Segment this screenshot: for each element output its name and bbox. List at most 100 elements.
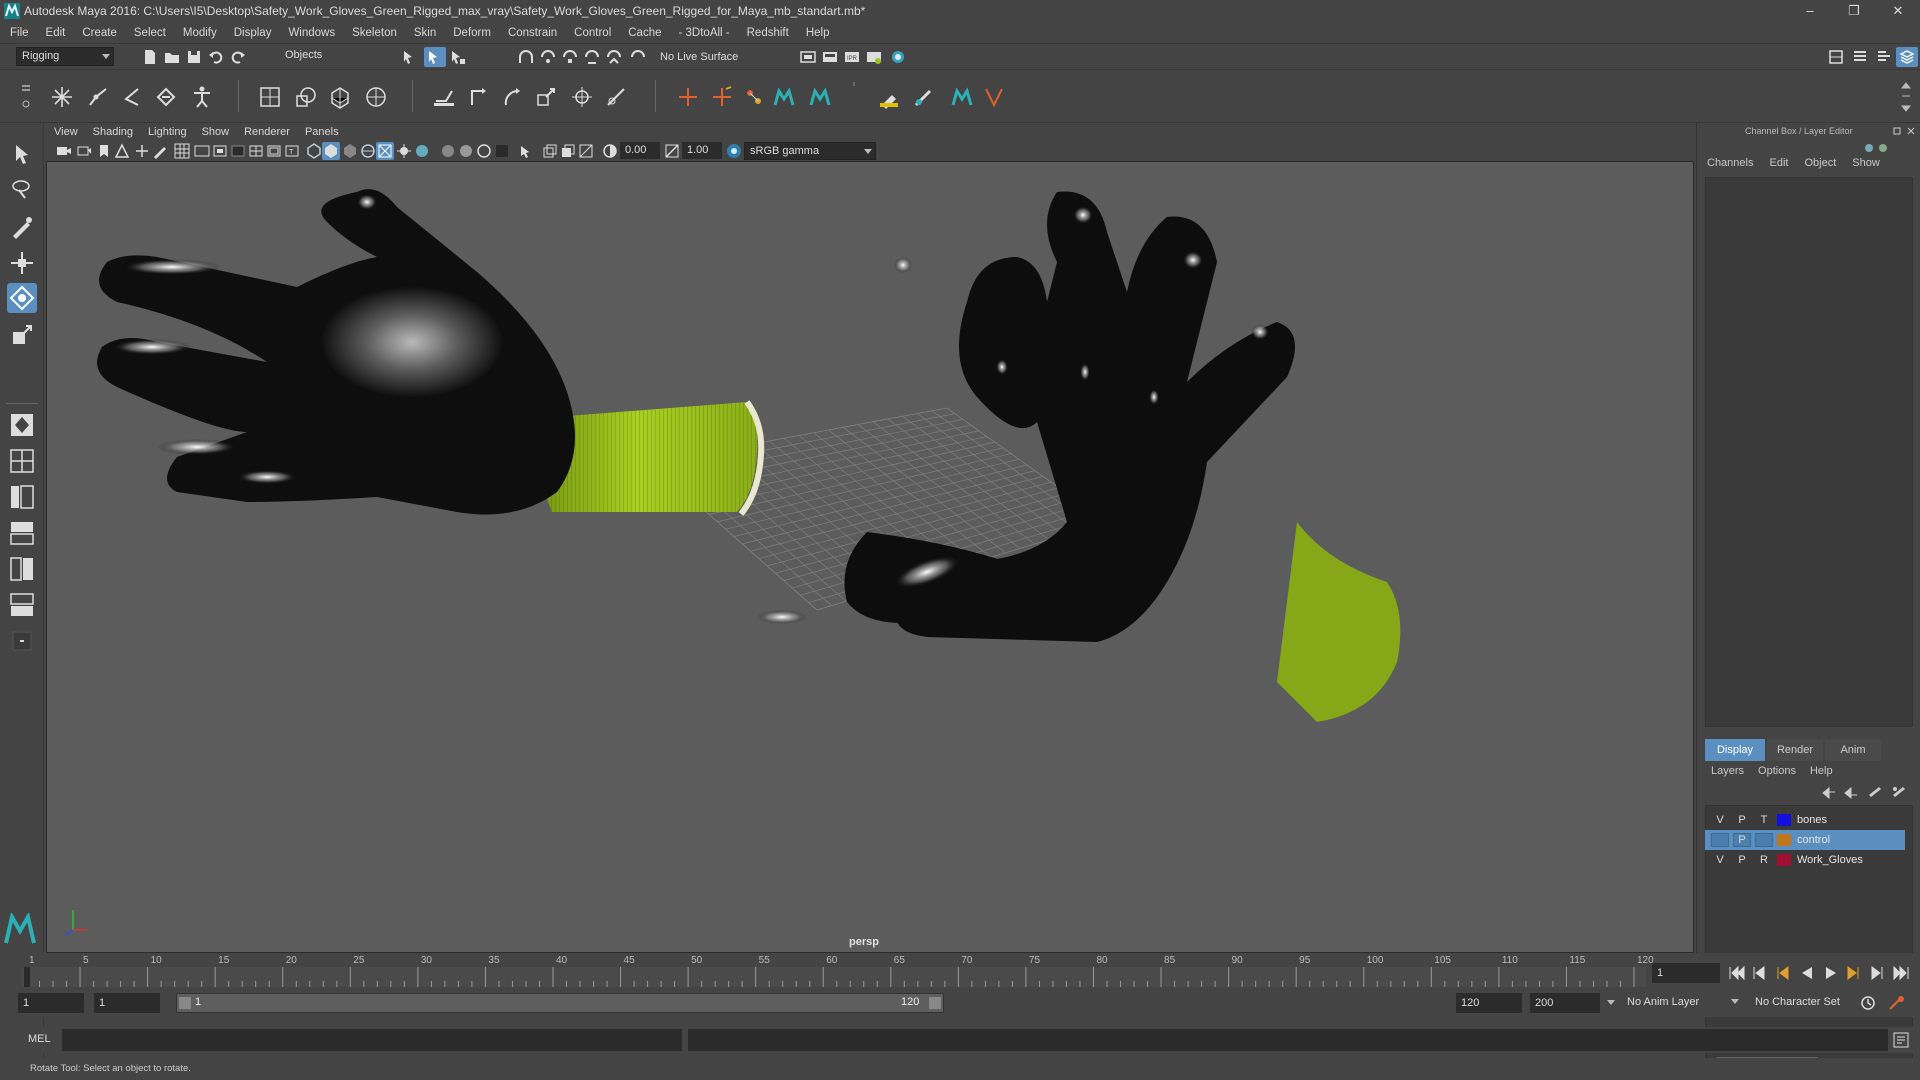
- blend-shape-icon[interactable]: [742, 85, 766, 109]
- xray-icon[interactable]: [542, 143, 558, 159]
- select-camera-icon[interactable]: [56, 143, 72, 159]
- current-frame-field[interactable]: 1: [1652, 963, 1720, 983]
- anim-layer-dropdown[interactable]: No Anim Layer: [1622, 993, 1742, 1013]
- layer-flag-p[interactable]: P: [1733, 833, 1751, 847]
- layer-color-swatch[interactable]: [1777, 814, 1791, 826]
- color-space-dropdown[interactable]: sRGB gamma: [744, 142, 876, 160]
- menu-windows[interactable]: Windows: [288, 27, 335, 39]
- make-live-icon[interactable]: [630, 49, 646, 65]
- layer-flag-t[interactable]: [1755, 833, 1773, 847]
- xray-joints-icon[interactable]: [560, 143, 576, 159]
- ipr-render-icon[interactable]: IPR: [844, 49, 860, 65]
- layer-color-swatch[interactable]: [1777, 834, 1791, 846]
- panel-menu-lighting[interactable]: Lighting: [148, 126, 187, 138]
- shadows-icon[interactable]: [414, 143, 430, 159]
- pole-vector-icon[interactable]: [604, 85, 628, 109]
- move-layer-up-icon[interactable]: [1821, 785, 1837, 799]
- mash-icon-1[interactable]: [772, 85, 796, 109]
- snap-view-plane-icon[interactable]: [584, 49, 600, 65]
- set-driven-key-icon[interactable]: [710, 85, 734, 109]
- layer-flag-v[interactable]: V: [1711, 850, 1729, 870]
- tab-render[interactable]: Render: [1767, 739, 1823, 761]
- layer-flag-v[interactable]: [1711, 833, 1729, 847]
- tab-anim[interactable]: Anim: [1825, 739, 1881, 761]
- two-d-pan-icon[interactable]: [134, 143, 150, 159]
- humanik-icon[interactable]: [190, 85, 214, 109]
- menu-file[interactable]: File: [10, 27, 29, 39]
- layer-menu-help[interactable]: Help: [1810, 765, 1833, 781]
- single-perspective-layout-icon[interactable]: [7, 410, 37, 440]
- menu-select[interactable]: Select: [134, 27, 166, 39]
- safe-action-icon[interactable]: [266, 143, 282, 159]
- auto-key-icon[interactable]: [1860, 995, 1876, 1011]
- parent-constraint-icon[interactable]: [570, 85, 594, 109]
- menu-help[interactable]: Help: [806, 27, 830, 39]
- layer-menu-options[interactable]: Options: [1758, 765, 1796, 781]
- move-layer-down-icon[interactable]: [1843, 785, 1859, 799]
- menu-modify[interactable]: Modify: [183, 27, 217, 39]
- render-settings-icon[interactable]: [866, 49, 882, 65]
- time-slider[interactable]: 1 5 10 15 20 25 30 35 40 45 50 55 60 65 70 75 80 85 90 95 10…: [0, 953, 1920, 989]
- depth-of-field-icon[interactable]: [494, 143, 510, 159]
- layer-row[interactable]: V P R Work_Gloves: [1705, 850, 1905, 870]
- save-scene-icon[interactable]: [186, 49, 202, 65]
- gate-mask-icon[interactable]: [230, 143, 246, 159]
- start-time-field[interactable]: 1: [18, 993, 84, 1013]
- new-layer-from-selection-icon[interactable]: [1891, 785, 1907, 799]
- wrap-deformer-icon[interactable]: [982, 85, 1006, 109]
- menu-3dtoall[interactable]: - 3DtoAll -: [679, 27, 730, 39]
- panel-menu-show[interactable]: Show: [202, 126, 230, 138]
- cluster-icon[interactable]: [364, 85, 388, 109]
- menu-display[interactable]: Display: [234, 27, 272, 39]
- channel-menu-show[interactable]: Show: [1852, 157, 1880, 177]
- command-input[interactable]: [62, 1029, 682, 1051]
- menu-control[interactable]: Control: [574, 27, 611, 39]
- select-hierarchy-icon[interactable]: [402, 49, 418, 65]
- snap-curve-icon[interactable]: [540, 49, 556, 65]
- animation-preferences-icon[interactable]: [1888, 995, 1906, 1011]
- layer-flag-p[interactable]: P: [1733, 850, 1751, 870]
- wireframe-on-shaded-icon[interactable]: [360, 143, 376, 159]
- character-set-dropdown[interactable]: No Character Set: [1750, 993, 1862, 1013]
- grid-toggle-icon[interactable]: [174, 143, 190, 159]
- isolate-select-icon[interactable]: [518, 143, 534, 159]
- orient-constraint-icon[interactable]: [500, 85, 524, 109]
- use-all-lights-icon[interactable]: [396, 143, 412, 159]
- select-tool-icon[interactable]: [7, 140, 37, 170]
- mash-icon-3[interactable]: [950, 85, 974, 109]
- menu-redshift[interactable]: Redshift: [747, 27, 789, 39]
- render-frame-icon[interactable]: [822, 49, 838, 65]
- anti-aliasing-icon[interactable]: [476, 143, 492, 159]
- snap-grid-icon[interactable]: [518, 49, 534, 65]
- channel-menu-edit[interactable]: Edit: [1769, 157, 1788, 177]
- menu-constrain[interactable]: Constrain: [508, 27, 557, 39]
- current-frame-marker[interactable]: [24, 967, 30, 987]
- playback-end-field[interactable]: 120: [1456, 993, 1522, 1013]
- panel-float-close-icon[interactable]: [1893, 126, 1917, 136]
- panel-menu-view[interactable]: View: [54, 126, 78, 138]
- layer-menu-layers[interactable]: Layers: [1711, 765, 1744, 781]
- persp-outliner-layout-icon[interactable]: [7, 482, 37, 512]
- locator-icon[interactable]: [676, 85, 700, 109]
- hypershade-icon[interactable]: [890, 49, 906, 65]
- camera-attributes-icon[interactable]: [76, 143, 92, 159]
- redo-icon[interactable]: [230, 49, 246, 65]
- playback-start-field[interactable]: 1: [94, 993, 160, 1013]
- mirror-weights-icon[interactable]: [912, 85, 936, 109]
- create-joint-icon[interactable]: [50, 85, 74, 109]
- bind-skin-icon[interactable]: [258, 85, 282, 109]
- menu-deform[interactable]: Deform: [453, 27, 491, 39]
- layer-flag-v[interactable]: V: [1711, 810, 1729, 830]
- script-editor-icon[interactable]: [1892, 1031, 1910, 1049]
- panel-menu-renderer[interactable]: Renderer: [244, 126, 290, 138]
- open-scene-icon[interactable]: [164, 49, 180, 65]
- insert-joint-icon[interactable]: [154, 85, 178, 109]
- restore-button[interactable]: ❐: [1832, 0, 1876, 22]
- range-end-handle[interactable]: [929, 997, 941, 1009]
- gamma-field[interactable]: 1.00: [682, 142, 722, 159]
- rotate-tool-button[interactable]: [7, 283, 37, 313]
- hypershade-layout-icon[interactable]: [7, 554, 37, 584]
- smooth-bind-icon[interactable]: [294, 85, 318, 109]
- scale-constraint-icon[interactable]: [534, 85, 558, 109]
- film-gate-icon[interactable]: [194, 143, 210, 159]
